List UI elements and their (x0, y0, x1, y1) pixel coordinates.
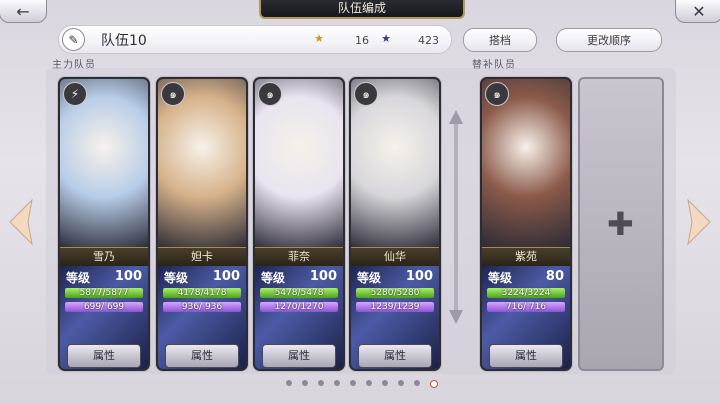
page-dot[interactable] (302, 380, 308, 386)
level-value: 100 (405, 269, 433, 284)
level-label: 等级 (66, 271, 91, 285)
character-name: 紫苑 (482, 247, 570, 267)
character-name: 仙华 (351, 247, 439, 267)
mp-text: 1270/1270 (274, 302, 324, 312)
hp-text: 4178/4178 (177, 288, 227, 298)
change-order-button[interactable]: 更改顺序 (556, 28, 662, 52)
character-stats: 等级 100 5478/5478 1270/1270 属性 (255, 266, 343, 369)
page-title: 队伍编成 (259, 0, 465, 19)
level-label: 等级 (357, 271, 382, 285)
character-card[interactable]: ๑ 紫苑等级 80 3224/3224 716/ 716 属性 (480, 77, 572, 371)
mp-bar: 936/ 936 (163, 302, 241, 312)
character-stats: 等级 80 3224/3224 716/ 716 属性 (482, 266, 570, 369)
hp-bar: 5280/5280 (356, 288, 434, 298)
page-dot[interactable] (286, 380, 292, 386)
page-dot[interactable] (414, 380, 420, 386)
page-dot[interactable] (430, 380, 438, 388)
mp-text: 1239/1239 (370, 302, 420, 312)
mp-bar: 1270/1270 (260, 302, 338, 312)
level-value: 100 (309, 269, 337, 284)
level-label: 等级 (261, 271, 286, 285)
level-value: 100 (114, 269, 142, 284)
character-name: 妲卡 (158, 247, 246, 267)
character-card[interactable]: ๑ 妲卡等级 100 4178/4178 936/ 936 属性 (156, 77, 248, 371)
mp-bar: 716/ 716 (487, 302, 565, 312)
page-dot[interactable] (398, 380, 404, 386)
back-button[interactable]: ← (0, 0, 47, 23)
page-dot[interactable] (350, 380, 356, 386)
swirl-icon: ๑ (485, 82, 509, 106)
mp-bar: 699/ 699 (65, 302, 143, 312)
team-name: 队伍10 (101, 33, 147, 49)
character-card[interactable]: ⚡ 雪乃等级 100 5877/5877 699/ 699 属性 (58, 77, 150, 371)
cost-icon: ★ (314, 32, 324, 45)
attributes-button[interactable]: 属性 (165, 344, 239, 368)
swirl-icon: ๑ (354, 82, 378, 106)
level-label: 等级 (488, 271, 513, 285)
partner-button[interactable]: 搭档 (463, 28, 537, 52)
hp-text: 5478/5478 (274, 288, 324, 298)
swap-arrow-icon (449, 110, 463, 324)
character-stats: 等级 100 4178/4178 936/ 936 属性 (158, 266, 246, 369)
power-value: 423 (418, 34, 439, 47)
level-label: 等级 (164, 271, 189, 285)
level-value: 80 (545, 269, 564, 284)
hp-bar: 3224/3224 (487, 288, 565, 298)
character-name: 雪乃 (60, 247, 148, 267)
hp-text: 5280/5280 (370, 288, 420, 298)
cost-value: 16 (355, 34, 369, 47)
page-dot[interactable] (334, 380, 340, 386)
prev-page-arrow-icon[interactable] (8, 198, 34, 246)
character-stats: 等级 100 5877/5877 699/ 699 属性 (60, 266, 148, 369)
hp-bar: 5478/5478 (260, 288, 338, 298)
hp-bar: 4178/4178 (163, 288, 241, 298)
attributes-button[interactable]: 属性 (358, 344, 432, 368)
page-dot[interactable] (366, 380, 372, 386)
page-dot[interactable] (382, 380, 388, 386)
close-button[interactable]: ✕ (675, 0, 720, 23)
character-card[interactable]: ๑ 仙华等级 100 5280/5280 1239/1239 属性 (349, 77, 441, 371)
attributes-button[interactable]: 属性 (262, 344, 336, 368)
attributes-button[interactable]: 属性 (67, 344, 141, 368)
mp-text: 699/ 699 (83, 302, 125, 312)
character-card[interactable]: ๑ 菲奈等级 100 5478/5478 1270/1270 属性 (253, 77, 345, 371)
swirl-icon: ๑ (258, 82, 282, 106)
pen-icon: ✎ (68, 32, 79, 47)
mp-text: 716/ 716 (505, 302, 547, 312)
power-icon: ★ (381, 32, 391, 45)
swirl-icon: ๑ (161, 82, 185, 106)
character-name: 菲奈 (255, 247, 343, 267)
mp-text: 936/ 936 (181, 302, 223, 312)
mp-bar: 1239/1239 (356, 302, 434, 312)
level-value: 100 (212, 269, 240, 284)
next-page-arrow-icon[interactable] (686, 198, 712, 246)
attributes-button[interactable]: 属性 (489, 344, 563, 368)
edit-name-button[interactable]: ✎ (62, 28, 85, 51)
close-icon: ✕ (692, 1, 706, 21)
character-stats: 等级 100 5280/5280 1239/1239 属性 (351, 266, 439, 369)
page-dot[interactable] (318, 380, 324, 386)
hp-bar: 5877/5877 (65, 288, 143, 298)
hp-text: 5877/5877 (79, 288, 129, 298)
plus-icon: ✚ (607, 205, 634, 243)
lightning-icon: ⚡ (63, 82, 87, 106)
hp-text: 3224/3224 (501, 288, 551, 298)
back-arrow-icon: ← (16, 1, 30, 21)
